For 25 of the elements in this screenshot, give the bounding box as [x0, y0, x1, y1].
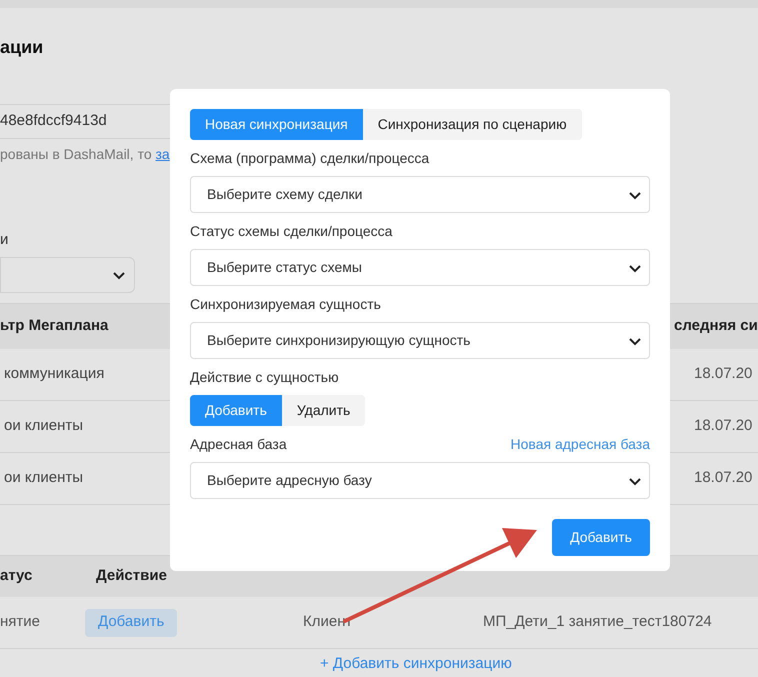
table-cell-text: 18.07.20: [694, 364, 752, 384]
column-header: Действие: [96, 566, 167, 586]
select-field[interactable]: Выберите схему сделки: [190, 176, 650, 213]
select-field[interactable]: Выберите синхронизирующую сущность: [190, 322, 650, 359]
table-cell-text: ои клиенты: [3, 468, 84, 488]
select-field[interactable]: [0, 257, 135, 293]
table-cell-text: нятие: [0, 612, 40, 632]
field-label: Статус схемы сделки/процесса: [190, 222, 392, 241]
field-label: Синхронизируемая сущность: [190, 294, 381, 314]
field-label: Действие с сущностью: [190, 368, 339, 387]
table-cell-text: 18.07.20: [694, 416, 752, 436]
api-key-field[interactable]: 48e8fdccf9413d: [0, 104, 170, 139]
table-cell-text: 18.07.20: [694, 468, 752, 488]
select-field[interactable]: Выберите адресную базу: [190, 462, 650, 499]
column-header: следняя си: [674, 316, 758, 336]
field-label: и: [0, 231, 8, 249]
select-field[interactable]: Выберите статус схемы: [190, 249, 650, 286]
field-label: Схема (программа) сделки/процесса: [190, 148, 430, 168]
table-cell-text: коммуникация: [3, 364, 104, 384]
column-header: атус: [0, 566, 32, 586]
page-title: ации: [0, 36, 44, 59]
table-cell-text: ои клиенты: [3, 416, 84, 436]
table-cell-text: МП_Дети_1 занятие_тест180724: [483, 612, 712, 632]
column-header: ьтр Мегаплана: [0, 316, 108, 336]
field-label: Адресная база: [190, 434, 287, 454]
